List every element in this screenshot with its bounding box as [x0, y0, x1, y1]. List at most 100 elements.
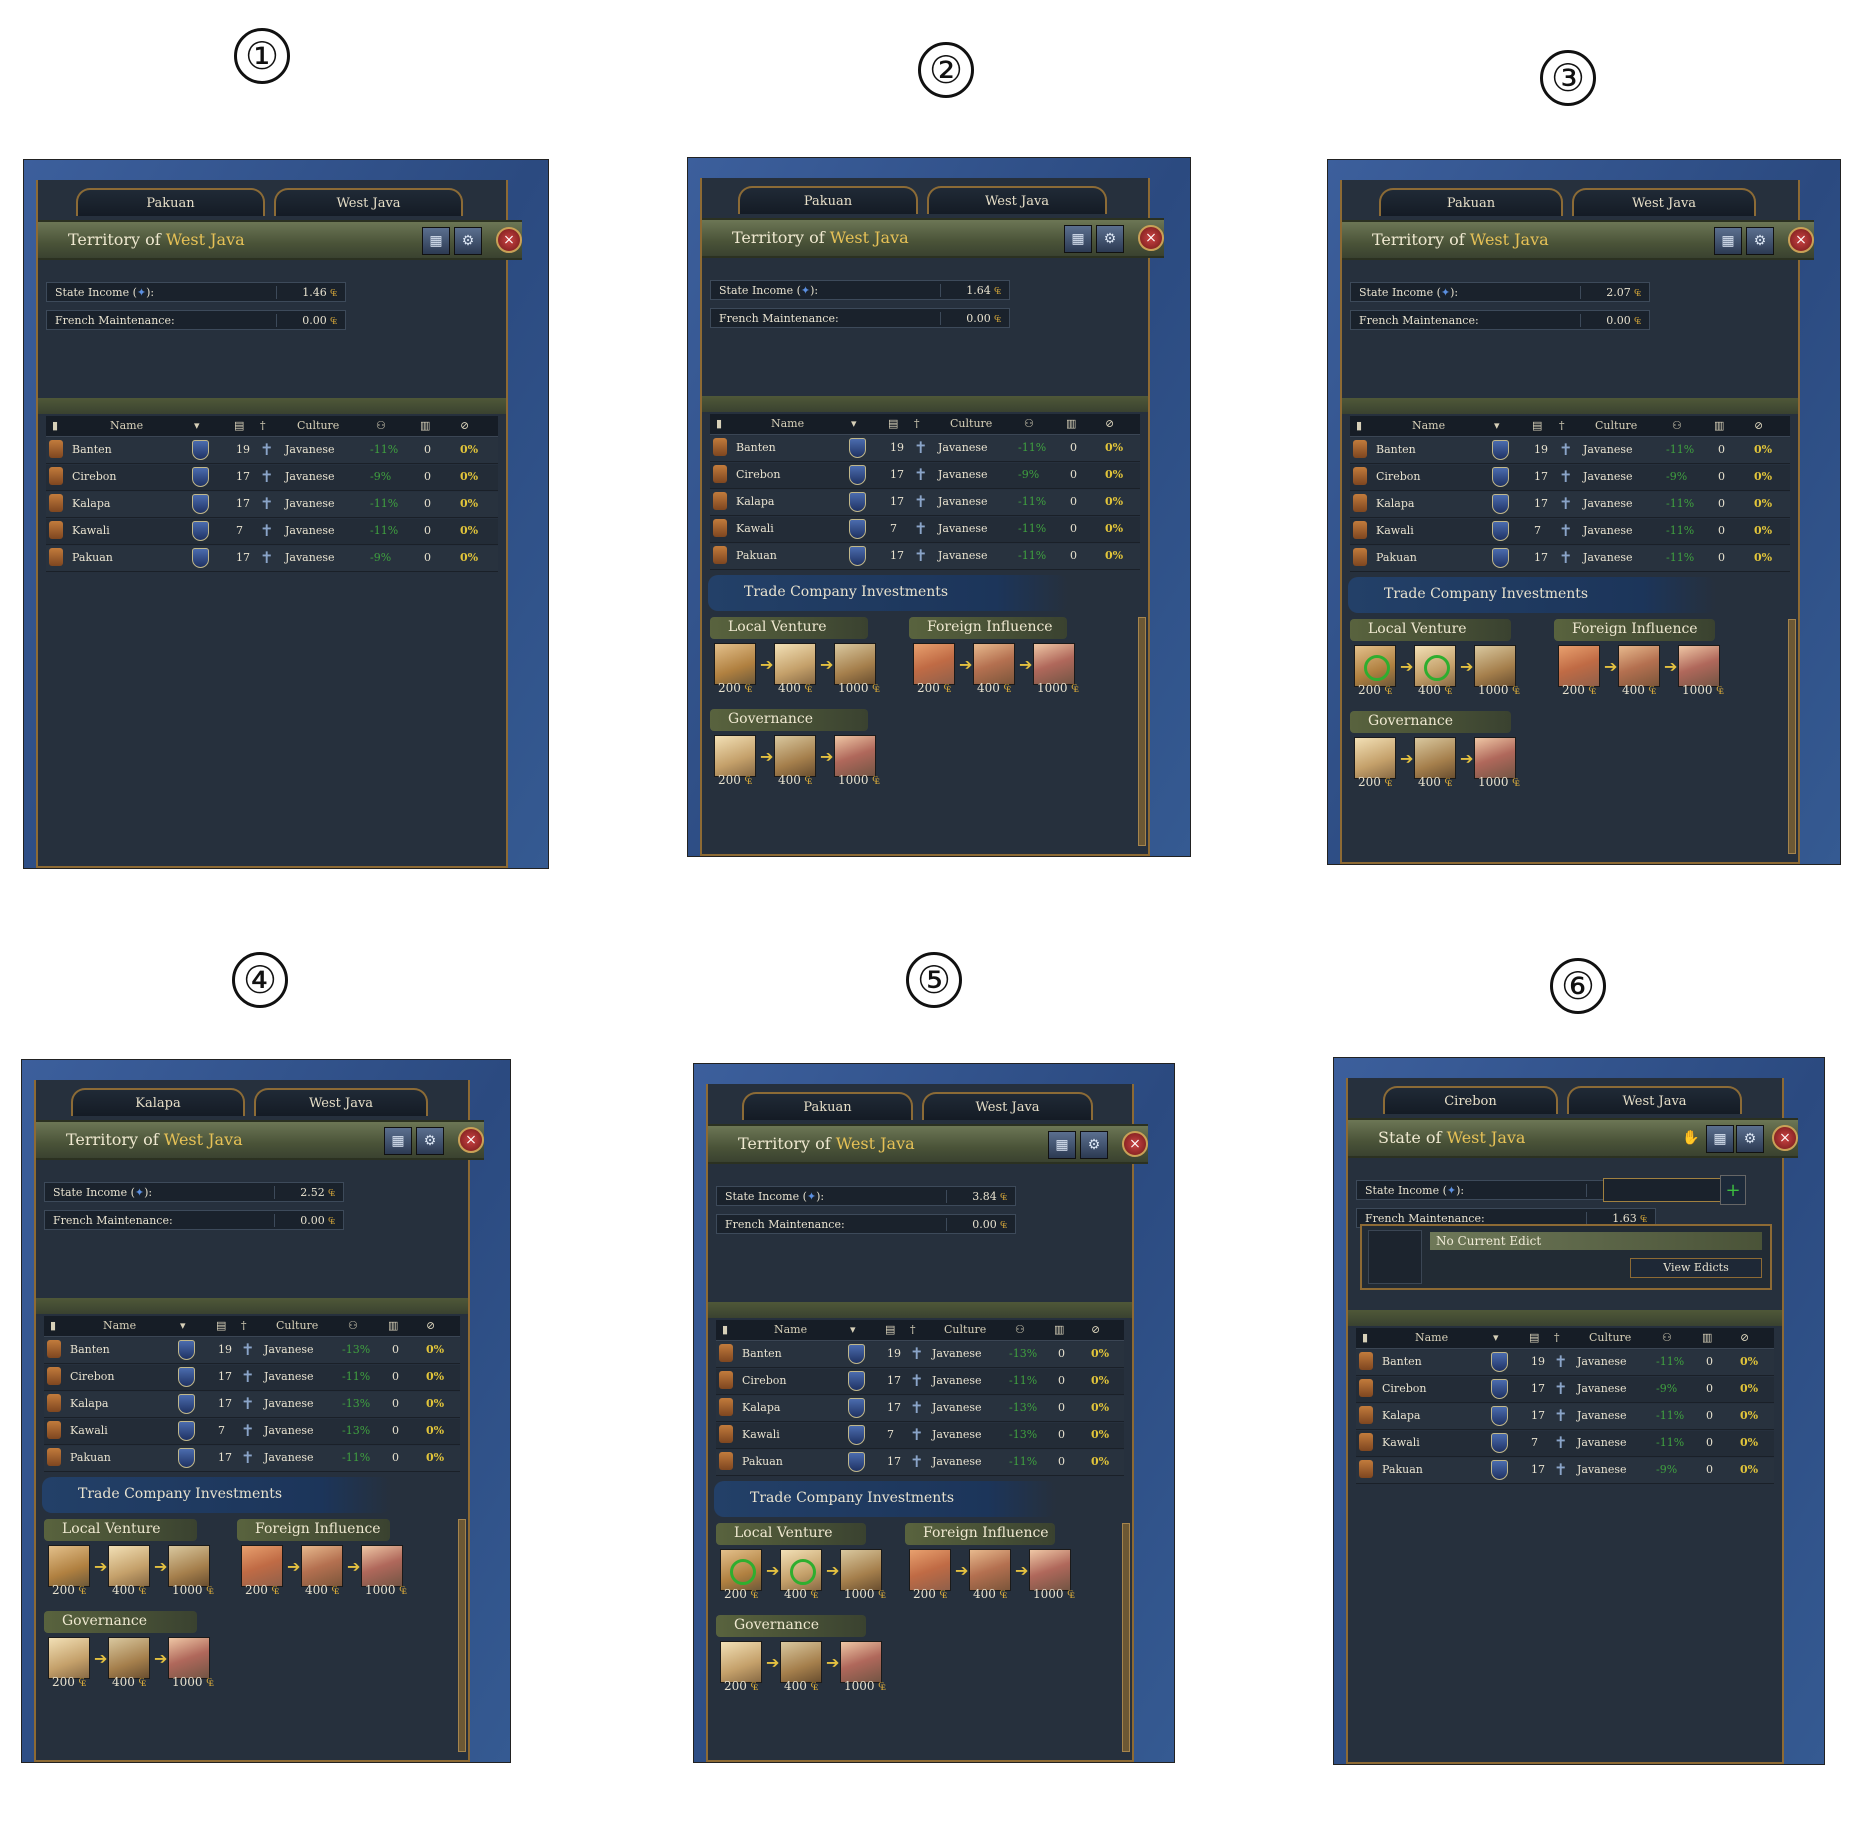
development-column-icon[interactable]: ▤: [1529, 1331, 1539, 1344]
province-name[interactable]: Pakuan: [736, 549, 777, 562]
foreign-influence-building-2[interactable]: [973, 643, 1015, 685]
table-row[interactable]: Cirebon 17 ✝ Javanese -11% 0 0%: [44, 1365, 460, 1391]
close-icon[interactable]: ×: [1772, 1125, 1798, 1151]
vertical-scrollbar[interactable]: [1122, 1523, 1130, 1752]
table-row[interactable]: Kawali 7 ✝ Javanese -11% 0 0%: [46, 519, 498, 545]
column-name[interactable]: Name: [771, 417, 804, 430]
foreign-influence-building-2[interactable]: [1618, 645, 1660, 687]
settings-button[interactable]: ⚙: [1096, 225, 1124, 253]
province-name[interactable]: Pakuan: [742, 1455, 783, 1468]
shield-column-icon[interactable]: ▾: [850, 1323, 856, 1336]
province-name[interactable]: Cirebon: [736, 468, 780, 481]
foreign-influence-building-2[interactable]: [301, 1545, 343, 1587]
governance-building-1[interactable]: [1354, 737, 1396, 779]
settings-button[interactable]: ⚙: [1736, 1125, 1764, 1153]
map-mode-button[interactable]: ▦: [1064, 225, 1092, 253]
local-venture-building-2[interactable]: [108, 1545, 150, 1587]
religion-column-icon[interactable]: †: [1559, 419, 1565, 432]
local-venture-building-3[interactable]: [168, 1545, 210, 1587]
devastation-column-icon[interactable]: ⊘: [1105, 417, 1114, 430]
province-name[interactable]: Kalapa: [1382, 1409, 1420, 1422]
column-name[interactable]: Name: [1412, 419, 1445, 432]
foreign-influence-building-3[interactable]: [1678, 645, 1720, 687]
province-name[interactable]: Banten: [70, 1343, 110, 1356]
table-row[interactable]: Cirebon 17 ✝ Javanese -9% 0 0%: [710, 463, 1140, 489]
table-row[interactable]: Kawali 7 ✝ Javanese -11% 0 0%: [710, 517, 1140, 543]
table-row[interactable]: Kalapa 17 ✝ Javanese -11% 0 0%: [46, 492, 498, 518]
governance-building-2[interactable]: [1414, 737, 1456, 779]
unrest-column-icon[interactable]: ⚇: [1662, 1331, 1672, 1344]
province-name[interactable]: Banten: [742, 1347, 782, 1360]
devastation-column-icon[interactable]: ⊘: [460, 419, 469, 432]
foreign-influence-building-1[interactable]: [1558, 645, 1600, 687]
unrest-column-icon[interactable]: ⚇: [1672, 419, 1682, 432]
province-name[interactable]: Kalapa: [72, 497, 110, 510]
sort-icon[interactable]: ▮: [52, 419, 58, 432]
province-name[interactable]: Cirebon: [1376, 470, 1420, 483]
local-venture-building-2[interactable]: [780, 1549, 822, 1591]
province-name[interactable]: Cirebon: [742, 1374, 786, 1387]
local-venture-building-1[interactable]: [720, 1549, 762, 1591]
add-edict-button[interactable]: +: [1720, 1175, 1746, 1205]
sort-icon[interactable]: ▮: [50, 1319, 56, 1332]
development-column-icon[interactable]: ▤: [234, 419, 244, 432]
column-culture[interactable]: Culture: [944, 1323, 986, 1336]
table-row[interactable]: Kalapa 17 ✝ Javanese -11% 0 0%: [1350, 492, 1790, 518]
table-row[interactable]: Kawali 7 ✝ Javanese -11% 0 0%: [1350, 519, 1790, 545]
sort-icon[interactable]: ▮: [716, 417, 722, 430]
governance-building-2[interactable]: [780, 1641, 822, 1683]
province-name[interactable]: Pakuan: [70, 1451, 111, 1464]
religion-column-icon[interactable]: †: [914, 417, 920, 430]
devastation-column-icon[interactable]: ⊘: [1740, 1331, 1749, 1344]
close-icon[interactable]: ×: [1122, 1131, 1148, 1157]
table-row[interactable]: Banten 19 ✝ Javanese -13% 0 0%: [716, 1342, 1124, 1368]
governance-building-2[interactable]: [108, 1637, 150, 1679]
province-name[interactable]: Pakuan: [1382, 1463, 1423, 1476]
shield-column-icon[interactable]: ▾: [1494, 419, 1500, 432]
province-name[interactable]: Pakuan: [1376, 551, 1417, 564]
table-row[interactable]: Pakuan 17 ✝ Javanese -9% 0 0%: [46, 546, 498, 572]
table-row[interactable]: Pakuan 17 ✝ Javanese -11% 0 0%: [44, 1446, 460, 1472]
column-culture[interactable]: Culture: [276, 1319, 318, 1332]
tab-state[interactable]: West Java: [274, 188, 463, 216]
governance-building-2[interactable]: [774, 735, 816, 777]
table-row[interactable]: Kalapa 17 ✝ Javanese -11% 0 0%: [710, 490, 1140, 516]
tab-state[interactable]: West Java: [1567, 1086, 1742, 1114]
column-culture[interactable]: Culture: [1595, 419, 1637, 432]
map-mode-button[interactable]: ▦: [1048, 1131, 1076, 1159]
table-row[interactable]: Kawali 7 ✝ Javanese -13% 0 0%: [716, 1423, 1124, 1449]
column-name[interactable]: Name: [110, 419, 143, 432]
table-row[interactable]: Pakuan 17 ✝ Javanese -11% 0 0%: [716, 1450, 1124, 1476]
province-name[interactable]: Kawali: [736, 522, 774, 535]
column-name[interactable]: Name: [103, 1319, 136, 1332]
foreign-influence-building-3[interactable]: [1029, 1549, 1071, 1591]
column-culture[interactable]: Culture: [1589, 1331, 1631, 1344]
unrest-column-icon[interactable]: ⚇: [348, 1319, 358, 1332]
map-mode-button[interactable]: ▦: [1706, 1125, 1734, 1153]
local-venture-building-2[interactable]: [774, 643, 816, 685]
local-venture-building-1[interactable]: [1354, 645, 1396, 687]
province-name[interactable]: Banten: [736, 441, 776, 454]
table-row[interactable]: Banten 19 ✝ Javanese -11% 0 0%: [1356, 1350, 1774, 1376]
devastation-column-icon[interactable]: ⊘: [1091, 1323, 1100, 1336]
unrest-column-icon[interactable]: ⚇: [376, 419, 386, 432]
map-mode-button[interactable]: ▦: [422, 227, 450, 255]
local-venture-building-3[interactable]: [1474, 645, 1516, 687]
table-row[interactable]: Banten 19 ✝ Javanese -13% 0 0%: [44, 1338, 460, 1364]
religion-column-icon[interactable]: †: [1554, 1331, 1560, 1344]
foreign-influence-building-1[interactable]: [913, 643, 955, 685]
foreign-influence-building-3[interactable]: [1033, 643, 1075, 685]
sort-icon[interactable]: ▮: [722, 1323, 728, 1336]
devastation-column-icon[interactable]: ⊘: [1754, 419, 1763, 432]
building-column-icon[interactable]: ▥: [420, 419, 430, 432]
settings-button[interactable]: ⚙: [454, 227, 482, 255]
province-name[interactable]: Kawali: [742, 1428, 780, 1441]
close-icon[interactable]: ×: [496, 227, 522, 253]
province-name[interactable]: Kawali: [72, 524, 110, 537]
development-column-icon[interactable]: ▤: [888, 417, 898, 430]
table-row[interactable]: Kawali 7 ✝ Javanese -13% 0 0%: [44, 1419, 460, 1445]
shield-column-icon[interactable]: ▾: [194, 419, 200, 432]
tab-state[interactable]: West Java: [254, 1088, 428, 1116]
province-name[interactable]: Kalapa: [742, 1401, 780, 1414]
column-name[interactable]: Name: [774, 1323, 807, 1336]
